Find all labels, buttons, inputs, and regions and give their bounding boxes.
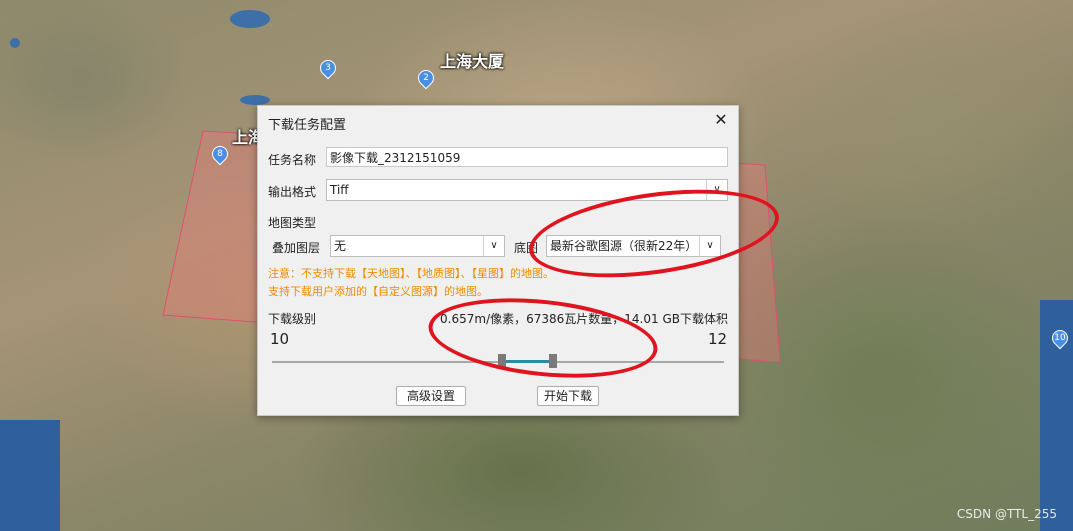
task-name-input[interactable]: 影像下载_2312151059 [326, 147, 728, 167]
warning-text: 注意：不支持下载【天地图】、【地质图】、【星图】的地图。 [268, 267, 554, 280]
warning-text: 支持下载用户添加的【自定义图源】的地图。 [268, 285, 488, 298]
watermark: CSDN @TTL_255 [956, 507, 1057, 521]
map-label: 上海大厦 [440, 52, 505, 71]
overlay-layer-label: 叠加图层 [272, 241, 321, 255]
chevron-down-icon[interactable]: ∨ [483, 236, 504, 256]
overlay-layer-select[interactable]: 无 ∨ [330, 235, 505, 257]
map-type-label: 地图类型 [268, 216, 317, 230]
output-format-label: 输出格式 [268, 185, 317, 199]
start-download-button[interactable]: 开始下载 [537, 386, 599, 406]
level-min: 10 [270, 330, 290, 348]
advanced-settings-button[interactable]: 高级设置 [396, 386, 466, 406]
close-icon[interactable]: ✕ [712, 111, 730, 129]
task-name-label: 任务名称 [268, 153, 317, 167]
download-level-label: 下载级别 [268, 312, 317, 326]
overlay-layer-value: 无 [334, 239, 347, 253]
level-max: 12 [708, 330, 728, 348]
dialog-title: 下载任务配置 [268, 118, 347, 133]
output-format-value: Tiff [330, 183, 349, 197]
